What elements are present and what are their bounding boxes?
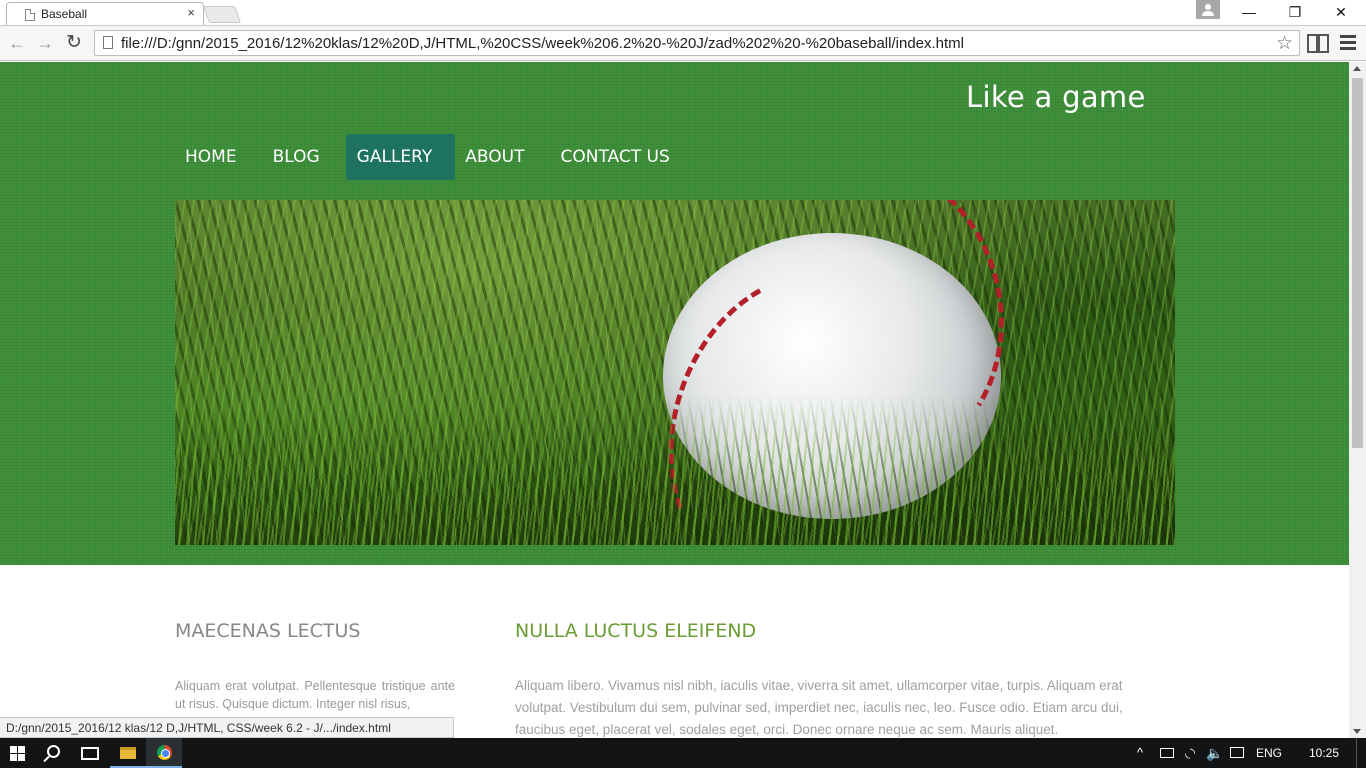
site-title: Like a game (966, 80, 1146, 114)
tab-title: Baseball (41, 7, 88, 21)
page-favicon-icon (25, 9, 35, 21)
address-bar[interactable]: file:///D:/gnn/2015_2016/12%20klas/12%20… (94, 30, 1300, 56)
main-content: MAECENAS LECTUS Aliquam erat volutpat. P… (0, 565, 1349, 738)
baseball-banner-image (175, 200, 1175, 545)
new-tab-button[interactable] (202, 6, 242, 23)
browser-titlebar: Baseball × — ❐ ✕ (0, 0, 1366, 25)
show-desktop-button[interactable] (1356, 738, 1366, 768)
browser-toolbar: ← → ↻ file:///D:/gnn/2015_2016/12%20klas… (0, 25, 1366, 61)
tray-chevron-icon[interactable]: ^ (1137, 738, 1143, 768)
reading-list-icon[interactable] (1307, 34, 1329, 53)
page-viewport: Like a game HOME BLOG GALLERY ABOUT CONT… (0, 62, 1349, 738)
forward-arrow-icon[interactable]: → (33, 31, 57, 55)
scroll-up-icon[interactable] (1353, 66, 1361, 71)
nav-gallery[interactable]: GALLERY (345, 134, 456, 180)
close-window-button[interactable]: ✕ (1318, 0, 1364, 25)
left-heading: MAECENAS LECTUS (175, 620, 361, 642)
nav-blog[interactable]: BLOG (263, 134, 330, 180)
page-icon (103, 36, 113, 49)
language-indicator[interactable]: ENG (1256, 738, 1282, 768)
right-column: NULLA LUCTUS ELEIFEND Aliquam libero. Vi… (515, 620, 1160, 738)
tab-close-icon[interactable]: × (187, 5, 195, 20)
file-explorer-icon[interactable] (110, 738, 146, 768)
nav-home[interactable]: HOME (175, 134, 247, 180)
chrome-icon[interactable] (146, 738, 182, 768)
scroll-thumb[interactable] (1352, 78, 1363, 448)
windows-start-icon[interactable] (10, 746, 26, 761)
back-arrow-icon[interactable]: ← (5, 31, 29, 55)
taskbar: ^ ◟◝ 🔈 ENG 10:25 (0, 738, 1366, 768)
scroll-down-icon[interactable] (1353, 729, 1361, 734)
minimize-button[interactable]: — (1226, 0, 1272, 25)
profile-icon[interactable] (1196, 0, 1220, 19)
page-scrollbar[interactable] (1349, 62, 1366, 738)
clock[interactable]: 10:25 (1309, 738, 1339, 768)
browser-tab[interactable]: Baseball × (6, 2, 204, 25)
status-bar: D:/gnn/2015_2016/12 klas/12 D,J/HTML, CS… (0, 717, 454, 738)
nav-about[interactable]: ABOUT (455, 134, 534, 180)
search-icon[interactable] (47, 745, 60, 758)
task-view-icon[interactable] (81, 747, 99, 760)
action-center-icon[interactable] (1230, 747, 1244, 758)
right-heading: NULLA LUCTUS ELEIFEND (515, 620, 757, 642)
nav-contact-us[interactable]: CONTACT US (550, 134, 679, 180)
restore-button[interactable]: ❐ (1272, 0, 1318, 25)
wifi-icon[interactable]: ◟◝ (1185, 738, 1195, 768)
reload-icon[interactable]: ↻ (62, 31, 86, 55)
url-text[interactable]: file:///D:/gnn/2015_2016/12%20klas/12%20… (121, 35, 964, 52)
site-header: Like a game HOME BLOG GALLERY ABOUT CONT… (0, 62, 1349, 565)
left-paragraph: Aliquam erat volutpat. Pellentesque tris… (175, 679, 455, 711)
main-nav: HOME BLOG GALLERY ABOUT CONTACT US (175, 134, 696, 180)
left-column: MAECENAS LECTUS Aliquam erat volutpat. P… (175, 620, 455, 713)
menu-icon[interactable] (1340, 35, 1356, 51)
right-paragraph: Aliquam libero. Vivamus nisl nibh, iacul… (515, 678, 1123, 737)
battery-icon[interactable] (1160, 748, 1174, 758)
volume-icon[interactable]: 🔈 (1206, 738, 1223, 768)
bookmark-star-icon[interactable]: ☆ (1276, 32, 1293, 55)
foreground-grass (175, 395, 1175, 545)
